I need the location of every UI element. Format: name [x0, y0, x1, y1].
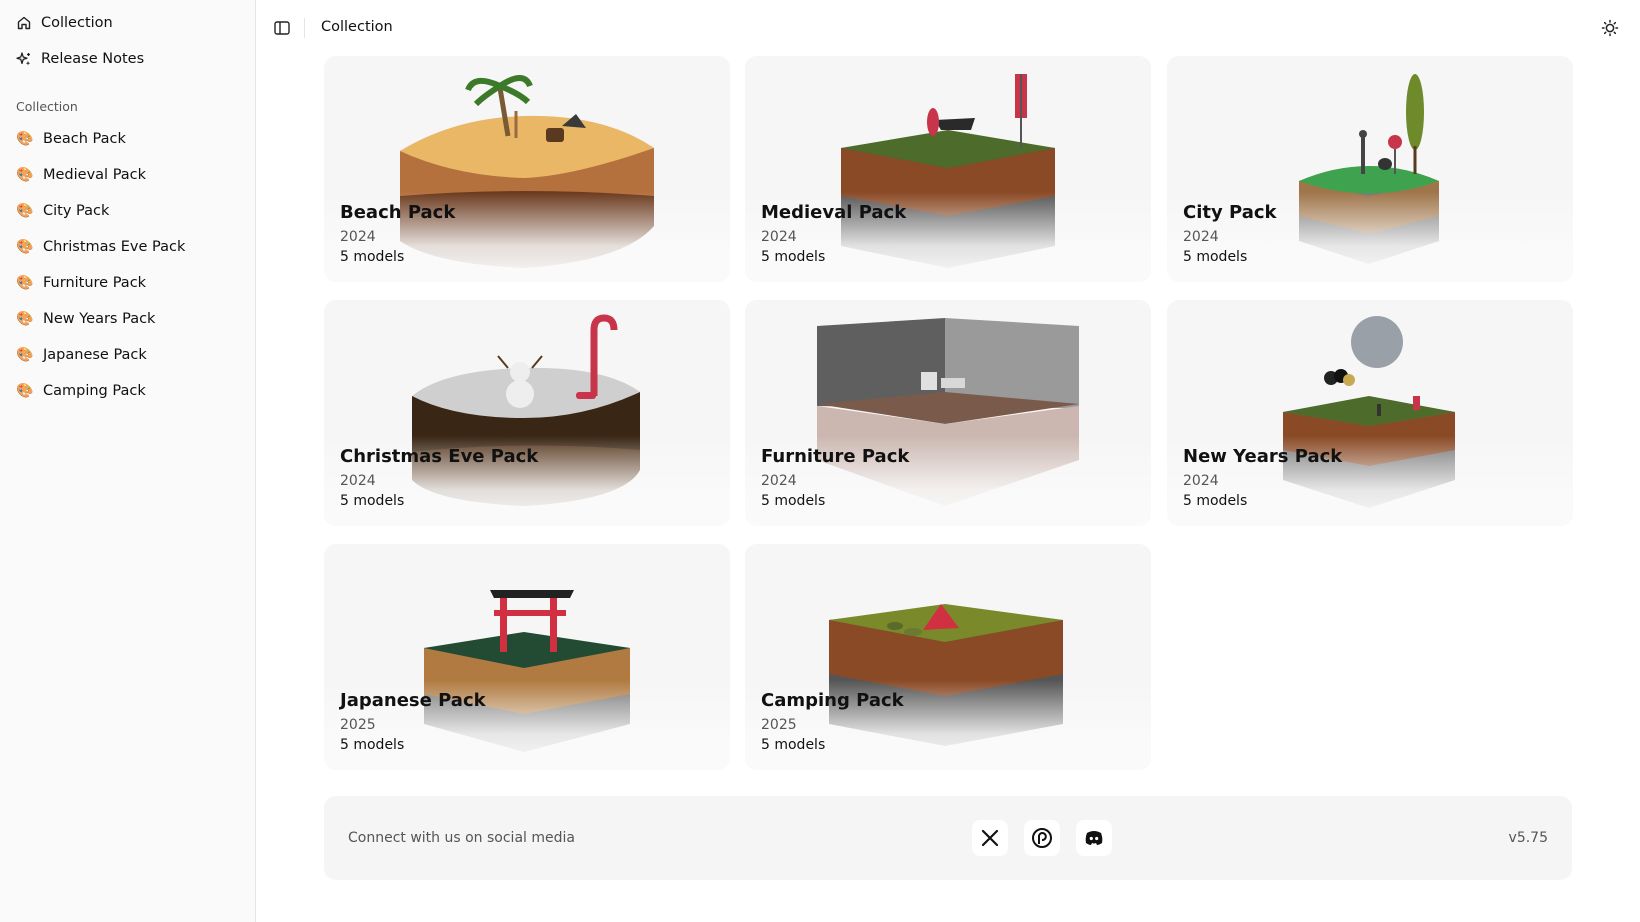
card-year: 2024 — [1183, 229, 1219, 245]
sidebar: Collection Release Notes Collection 🎨 Be… — [0, 0, 256, 922]
palette-icon: 🎨 — [16, 311, 34, 327]
pack-card-furniture[interactable]: Furniture Pack 2024 5 models — [745, 300, 1151, 526]
app-version: v5.75 — [1508, 830, 1548, 846]
card-year: 2024 — [761, 473, 797, 489]
sparkles-icon — [16, 51, 32, 67]
card-year: 2025 — [340, 717, 376, 733]
nav-item-label: Release Notes — [41, 51, 145, 67]
pack-card-new-years[interactable]: New Years Pack 2024 5 models — [1167, 300, 1573, 526]
palette-icon: 🎨 — [16, 239, 34, 255]
card-model-count: 5 models — [340, 493, 405, 509]
sidebar-item-japanese-pack[interactable]: 🎨 Japanese Pack — [16, 347, 147, 363]
sidebar-item-camping-pack[interactable]: 🎨 Camping Pack — [16, 383, 146, 399]
palette-icon: 🎨 — [16, 203, 34, 219]
sidebar-item-city-pack[interactable]: 🎨 City Pack — [16, 203, 109, 219]
sun-icon[interactable] — [1600, 18, 1620, 38]
card-title: Furniture Pack — [761, 446, 910, 467]
footer-connect-text: Connect with us on social media — [348, 830, 575, 846]
card-model-count: 5 models — [340, 249, 405, 265]
card-model-count: 5 models — [761, 493, 826, 509]
palette-icon: 🎨 — [16, 347, 34, 363]
sidebar-item-medieval-pack[interactable]: 🎨 Medieval Pack — [16, 167, 146, 183]
card-title: Beach Pack — [340, 202, 456, 223]
x-icon[interactable] — [972, 820, 1008, 856]
card-year: 2024 — [761, 229, 797, 245]
sidebar-item-label: Christmas Eve Pack — [43, 239, 186, 255]
page-title: Collection — [321, 19, 393, 35]
patreon-icon[interactable] — [1024, 820, 1060, 856]
sidebar-item-label: Medieval Pack — [43, 167, 147, 183]
pack-card-japanese[interactable]: Japanese Pack 2025 5 models — [324, 544, 730, 770]
card-model-count: 5 models — [1183, 249, 1248, 265]
pack-card-christmas-eve[interactable]: Christmas Eve Pack 2024 5 models — [324, 300, 730, 526]
card-title: Medieval Pack — [761, 202, 907, 223]
card-title: Christmas Eve Pack — [340, 446, 539, 467]
pack-card-city[interactable]: City Pack 2024 5 models — [1167, 56, 1573, 282]
sidebar-item-new-years-pack[interactable]: 🎨 New Years Pack — [16, 311, 155, 327]
sidebar-item-label: Camping Pack — [43, 383, 146, 399]
palette-icon: 🎨 — [16, 167, 34, 183]
sidebar-item-christmas-eve-pack[interactable]: 🎨 Christmas Eve Pack — [16, 239, 185, 255]
nav-item-label: Collection — [41, 15, 113, 31]
sidebar-item-furniture-pack[interactable]: 🎨 Furniture Pack — [16, 275, 146, 291]
nav-item-collection[interactable]: Collection — [16, 15, 113, 31]
palette-icon: 🎨 — [16, 275, 34, 291]
card-year: 2025 — [761, 717, 797, 733]
card-model-count: 5 models — [1183, 493, 1248, 509]
card-year: 2024 — [340, 473, 376, 489]
card-year: 2024 — [1183, 473, 1219, 489]
home-icon — [16, 15, 32, 31]
sidebar-item-label: Japanese Pack — [43, 347, 147, 363]
palette-icon: 🎨 — [16, 383, 34, 399]
discord-icon[interactable] — [1076, 820, 1112, 856]
footer: Connect with us on social media v5.75 — [324, 796, 1572, 880]
sidebar-item-label: New Years Pack — [43, 311, 156, 327]
card-title: City Pack — [1183, 202, 1277, 223]
header-divider — [304, 18, 305, 38]
card-model-count: 5 models — [761, 737, 826, 753]
pack-card-medieval[interactable]: Medieval Pack 2024 5 models — [745, 56, 1151, 282]
sidebar-item-label: Beach Pack — [43, 131, 126, 147]
card-title: Japanese Pack — [340, 690, 486, 711]
pack-card-beach[interactable]: Beach Pack 2024 5 models — [324, 56, 730, 282]
card-model-count: 5 models — [340, 737, 405, 753]
nav-item-release-notes[interactable]: Release Notes — [16, 51, 144, 67]
card-year: 2024 — [340, 229, 376, 245]
palette-icon: 🎨 — [16, 131, 34, 147]
sidebar-item-label: City Pack — [43, 203, 110, 219]
sidebar-group-label: Collection — [16, 99, 78, 114]
sidebar-item-beach-pack[interactable]: 🎨 Beach Pack — [16, 131, 126, 147]
pack-card-camping[interactable]: Camping Pack 2025 5 models — [745, 544, 1151, 770]
card-title: Camping Pack — [761, 690, 904, 711]
card-model-count: 5 models — [761, 249, 826, 265]
sidebar-item-label: Furniture Pack — [43, 275, 147, 291]
sidebar-toggle-icon[interactable] — [273, 19, 291, 37]
card-title: New Years Pack — [1183, 446, 1343, 467]
